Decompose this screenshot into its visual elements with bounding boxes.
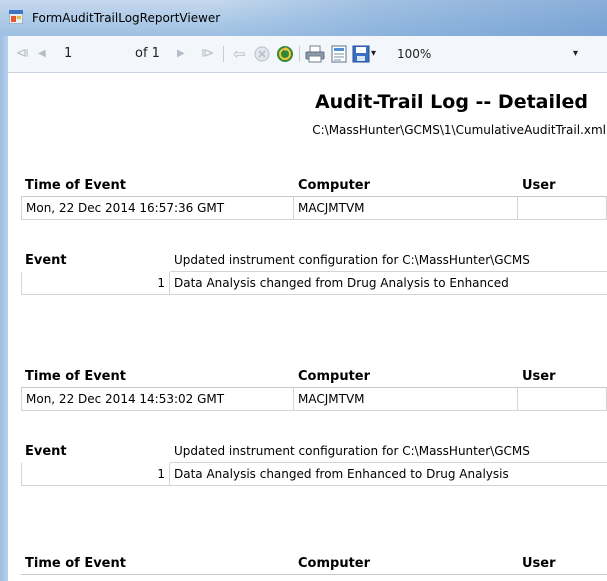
next-page-button[interactable]: ▶ [177, 36, 185, 72]
back-button[interactable]: ⇦ [233, 36, 246, 72]
event-detail-index: 1 [21, 463, 170, 486]
title-bar-glass [210, 0, 607, 36]
event-header: Event [25, 253, 67, 268]
save-icon[interactable] [352, 45, 370, 63]
export-dropdown-arrow[interactable]: ▾ [371, 36, 376, 72]
report-toolbar: ⧏ ◀ 1 of 1 ▶ ⧐ ⇦ ▾ 100% ▾ [8, 36, 607, 73]
time-of-event-value: Mon, 22 Dec 2014 16:57:36 GMT [21, 197, 294, 220]
window-frame-left [0, 36, 8, 581]
time-of-event-header: Time of Event [21, 174, 294, 197]
refresh-icon[interactable] [276, 45, 294, 63]
current-page-input[interactable]: 1 [64, 36, 72, 72]
computer-value: MACJMTVM [294, 388, 518, 411]
last-page-button[interactable]: ⧐ [201, 36, 214, 72]
toolbar-separator [223, 46, 224, 62]
user-value [518, 197, 607, 220]
event-description: Updated instrument configuration for C:\… [170, 249, 607, 272]
user-header: User [518, 174, 607, 197]
print-icon[interactable] [305, 45, 325, 63]
event-detail-text: Data Analysis changed from Enhanced to D… [170, 463, 607, 486]
user-header: User [518, 552, 607, 575]
computer-header: Computer [294, 552, 518, 575]
zoom-dropdown-arrow[interactable]: ▾ [573, 36, 578, 72]
computer-value: MACJMTVM [294, 197, 518, 220]
first-page-button[interactable]: ⧏ [16, 36, 29, 72]
user-header: User [518, 365, 607, 388]
report-viewer-window: FormAuditTrailLogReportViewer ⧏ ◀ 1 of 1… [0, 0, 607, 581]
computer-header: Computer [294, 174, 518, 197]
toolbar-separator [299, 46, 300, 62]
page-count-label: of 1 [135, 46, 160, 61]
event-detail-index: 1 [21, 272, 170, 295]
window-title: FormAuditTrailLogReportViewer [32, 11, 221, 25]
computer-header: Computer [294, 365, 518, 388]
event-detail-text: Data Analysis changed from Drug Analysis… [170, 272, 607, 295]
report-page: Audit-Trail Log -- Detailed C:\MassHunte… [8, 73, 607, 581]
stop-icon[interactable] [253, 45, 271, 63]
print-layout-icon[interactable] [330, 45, 348, 63]
app-icon [9, 10, 23, 24]
previous-page-button[interactable]: ◀ [38, 36, 46, 72]
report-source-path: C:\MassHunter\GCMS\1\CumulativeAuditTrai… [312, 123, 606, 137]
user-value [518, 388, 607, 411]
time-of-event-value: Mon, 22 Dec 2014 14:53:02 GMT [21, 388, 294, 411]
event-description: Updated instrument configuration for C:\… [170, 440, 607, 463]
time-of-event-header: Time of Event [21, 365, 294, 388]
zoom-select[interactable]: 100% [397, 36, 431, 72]
report-title: Audit-Trail Log -- Detailed [314, 91, 588, 113]
event-header: Event [25, 444, 67, 459]
title-bar: FormAuditTrailLogReportViewer [0, 0, 607, 36]
time-of-event-header: Time of Event [21, 552, 294, 575]
